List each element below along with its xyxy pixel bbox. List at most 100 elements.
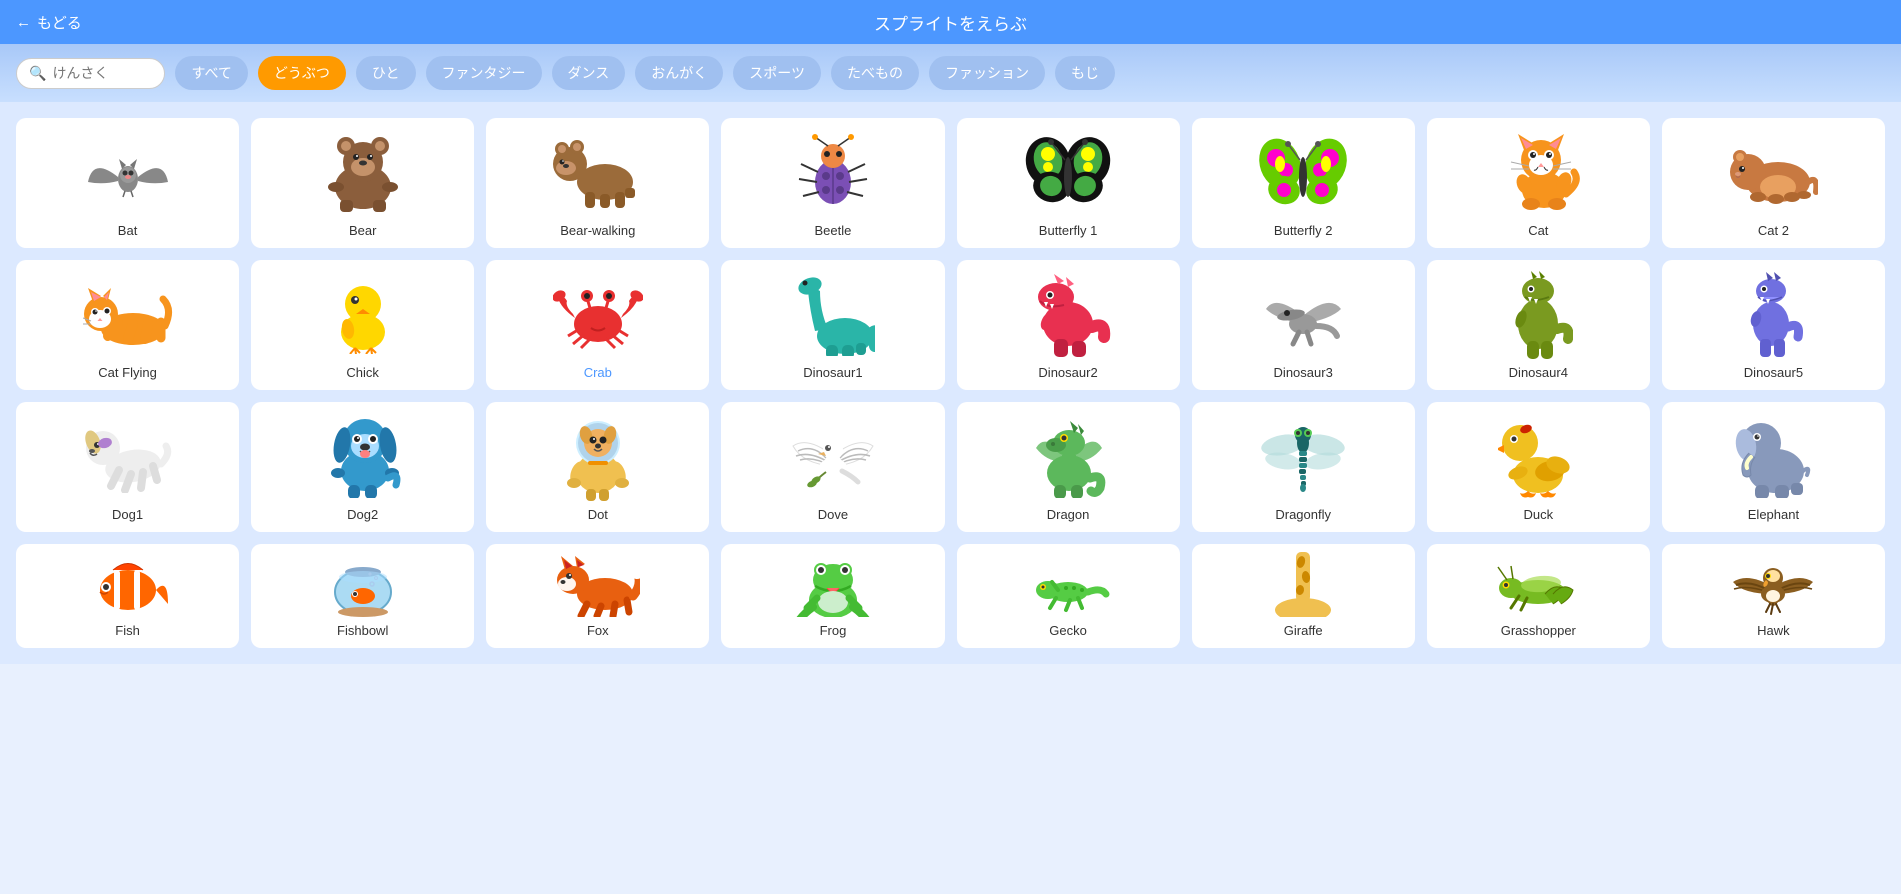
sprite-image-frog <box>727 552 938 617</box>
filter-btn-sports[interactable]: スポーツ <box>733 56 821 90</box>
sprite-card-bat[interactable]: Bat <box>16 118 239 248</box>
sprite-label-dinosaur2: Dinosaur2 <box>1038 365 1097 380</box>
sprite-image-grasshopper <box>1433 552 1644 617</box>
sprite-label-chick: Chick <box>346 365 379 380</box>
sprite-image-chick <box>257 268 468 359</box>
sprite-card-dragonfly[interactable]: Dragonfly <box>1192 402 1415 532</box>
sprite-image-fish <box>22 552 233 617</box>
back-button[interactable]: ← もどる <box>16 12 82 33</box>
sprite-image-bat <box>22 126 233 217</box>
sprite-image-beetle <box>727 126 938 217</box>
sprite-label-dog2: Dog2 <box>347 507 378 522</box>
sprite-label-bat: Bat <box>118 223 138 238</box>
filter-btn-people[interactable]: ひと <box>356 56 416 90</box>
sprite-label-frog: Frog <box>820 623 847 638</box>
sprite-card-dragon[interactable]: Dragon <box>957 402 1180 532</box>
sprite-label-giraffe: Giraffe <box>1284 623 1323 638</box>
sprite-label-dog1: Dog1 <box>112 507 143 522</box>
sprite-image-crab <box>492 268 703 359</box>
sprite-image-dinosaur3 <box>1198 268 1409 359</box>
sprite-label-butterfly1: Butterfly 1 <box>1039 223 1098 238</box>
filter-btn-fashion[interactable]: ファッション <box>929 56 1045 90</box>
sprite-image-dog2 <box>257 410 468 501</box>
sprite-card-giraffe[interactable]: Giraffe <box>1192 544 1415 648</box>
filter-btn-music[interactable]: おんがく <box>635 56 723 90</box>
sprite-image-elephant <box>1668 410 1879 501</box>
filter-btn-dance[interactable]: ダンス <box>552 56 626 90</box>
sprite-card-dinosaur1[interactable]: Dinosaur1 <box>721 260 944 390</box>
filter-btn-food[interactable]: たべもの <box>831 56 919 90</box>
sprite-label-dinosaur4: Dinosaur4 <box>1509 365 1568 380</box>
filter-btn-animals[interactable]: どうぶつ <box>258 56 346 90</box>
search-input[interactable] <box>52 65 152 81</box>
sprite-label-dinosaur1: Dinosaur1 <box>803 365 862 380</box>
sprite-image-bear <box>257 126 468 217</box>
sprite-label-grasshopper: Grasshopper <box>1501 623 1576 638</box>
sprite-label-hawk: Hawk <box>1757 623 1790 638</box>
sprite-image-fox <box>492 552 703 617</box>
sprite-image-dinosaur4 <box>1433 268 1644 359</box>
sprite-label-beetle: Beetle <box>815 223 852 238</box>
sprite-label-fish: Fish <box>115 623 140 638</box>
sprite-image-cat-flying <box>22 268 233 359</box>
sprite-image-duck <box>1433 410 1644 501</box>
sprite-card-frog[interactable]: Frog <box>721 544 944 648</box>
sprite-label-cat-flying: Cat Flying <box>98 365 157 380</box>
filter-bar: 🔍 すべて どうぶつ ひと ファンタジー ダンス おんがく スポーツ たべもの … <box>0 44 1901 102</box>
sprite-card-grasshopper[interactable]: Grasshopper <box>1427 544 1650 648</box>
filter-btn-letters[interactable]: もじ <box>1055 56 1115 90</box>
sprite-label-bear: Bear <box>349 223 376 238</box>
sprite-card-fish[interactable]: Fish <box>16 544 239 648</box>
sprite-card-bear-walking[interactable]: Bear-walking <box>486 118 709 248</box>
sprite-label-fox: Fox <box>587 623 609 638</box>
back-label: もどる <box>37 12 82 33</box>
sprite-image-giraffe <box>1198 552 1409 617</box>
sprite-label-cat2: Cat 2 <box>1758 223 1789 238</box>
sprite-card-fox[interactable]: Fox <box>486 544 709 648</box>
sprite-label-dot: Dot <box>588 507 608 522</box>
sprite-grid: Bat <box>16 118 1885 648</box>
sprite-image-dragonfly <box>1198 410 1409 501</box>
sprite-label-dinosaur3: Dinosaur3 <box>1274 365 1333 380</box>
sprite-card-crab[interactable]: Crab <box>486 260 709 390</box>
sprite-card-fishbowl[interactable]: Fishbowl <box>251 544 474 648</box>
sprite-image-cat <box>1433 126 1644 217</box>
sprite-card-gecko[interactable]: Gecko <box>957 544 1180 648</box>
sprite-card-dinosaur5[interactable]: Dinosaur5 <box>1662 260 1885 390</box>
sprite-card-dog2[interactable]: Dog2 <box>251 402 474 532</box>
sprite-card-hawk[interactable]: Hawk <box>1662 544 1885 648</box>
filter-btn-all[interactable]: すべて <box>175 56 247 90</box>
sprite-card-dove[interactable]: Dove <box>721 402 944 532</box>
sprite-image-dot <box>492 410 703 501</box>
sprite-image-butterfly2 <box>1198 126 1409 217</box>
sprite-card-elephant[interactable]: Elephant <box>1662 402 1885 532</box>
main-content: Bat <box>0 102 1901 664</box>
sprite-card-dot[interactable]: Dot <box>486 402 709 532</box>
search-box[interactable]: 🔍 <box>16 58 165 89</box>
sprite-card-dinosaur4[interactable]: Dinosaur4 <box>1427 260 1650 390</box>
sprite-label-dinosaur5: Dinosaur5 <box>1744 365 1803 380</box>
sprite-card-dog1[interactable]: Dog1 <box>16 402 239 532</box>
sprite-card-beetle[interactable]: Beetle <box>721 118 944 248</box>
sprite-image-hawk <box>1668 552 1879 617</box>
sprite-image-butterfly1 <box>963 126 1174 217</box>
sprite-card-bear[interactable]: Bear <box>251 118 474 248</box>
sprite-card-dinosaur3[interactable]: Dinosaur3 <box>1192 260 1415 390</box>
sprite-image-dinosaur5 <box>1668 268 1879 359</box>
filter-btn-fantasy[interactable]: ファンタジー <box>426 56 542 90</box>
sprite-card-cat[interactable]: Cat <box>1427 118 1650 248</box>
search-icon: 🔍 <box>29 65 46 82</box>
back-arrow-icon: ← <box>16 14 31 31</box>
page-title: スプライトをえらぶ <box>874 10 1027 35</box>
sprite-card-chick[interactable]: Chick <box>251 260 474 390</box>
sprite-image-bear-walking <box>492 126 703 217</box>
sprite-card-butterfly2[interactable]: Butterfly 2 <box>1192 118 1415 248</box>
sprite-card-duck[interactable]: Duck <box>1427 402 1650 532</box>
sprite-card-butterfly1[interactable]: Butterfly 1 <box>957 118 1180 248</box>
sprite-image-dinosaur2 <box>963 268 1174 359</box>
sprite-card-dinosaur2[interactable]: Dinosaur2 <box>957 260 1180 390</box>
sprite-label-cat: Cat <box>1528 223 1548 238</box>
sprite-card-cat-flying[interactable]: Cat Flying <box>16 260 239 390</box>
sprite-label-elephant: Elephant <box>1748 507 1799 522</box>
sprite-card-cat2[interactable]: Cat 2 <box>1662 118 1885 248</box>
